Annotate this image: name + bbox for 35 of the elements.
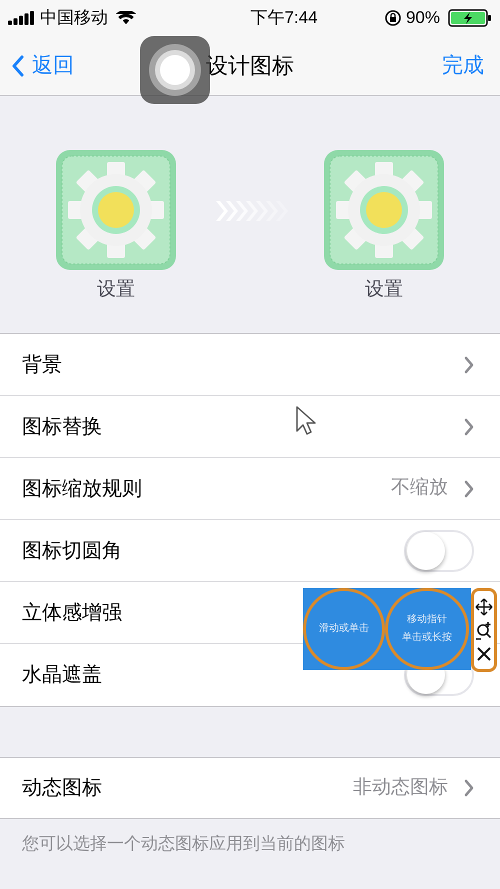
- setting-label: 图标切圆角: [22, 538, 122, 564]
- close-icon[interactable]: [476, 646, 492, 662]
- battery-charging-icon: [448, 9, 492, 27]
- move-icon[interactable]: [475, 598, 493, 616]
- settings-row[interactable]: 背景: [0, 334, 500, 396]
- zoom-icon[interactable]: [475, 620, 493, 641]
- setting-value: 非动态图标: [353, 776, 448, 800]
- mouse-pointer-icon: [295, 405, 317, 437]
- app-label: 设置: [97, 278, 135, 302]
- carrier-name: 中国移动: [40, 7, 108, 30]
- rotation-lock-icon: [384, 9, 402, 27]
- chevron-left-icon: [12, 54, 24, 76]
- chevron-icon: [464, 480, 474, 498]
- app-label: 设置: [365, 278, 403, 302]
- setting-label: 动态图标: [22, 776, 102, 801]
- settings-row[interactable]: 动态图标 非动态图标: [0, 757, 500, 819]
- setting-label: 背景: [22, 352, 62, 378]
- footer-note: 您可以选择一个动态图标应用到当前的图标: [21, 833, 346, 855]
- gear-app-icon: [322, 148, 446, 272]
- setting-label: 图标缩放规则: [22, 476, 142, 502]
- settings-row[interactable]: 图标缩放规则 不缩放: [0, 458, 500, 520]
- setting-label: 立体感增强: [22, 600, 122, 626]
- settings-row[interactable]: 图标切圆角: [0, 520, 500, 582]
- setting-label: 水晶遮盖: [22, 663, 102, 688]
- setting-value: 不缩放: [391, 476, 448, 500]
- battery-percent: 90%: [406, 7, 440, 30]
- wifi-icon: [116, 11, 136, 25]
- chevron-icon: [464, 356, 474, 374]
- clock-time: 下午7:44: [249, 7, 318, 30]
- chevron-icon: [464, 779, 474, 797]
- gear-app-icon: [54, 148, 178, 272]
- chevron-icon: [464, 418, 474, 436]
- toggle-switch[interactable]: [404, 530, 474, 572]
- signal-icon: [8, 11, 36, 25]
- setting-label: 图标替换: [22, 414, 102, 440]
